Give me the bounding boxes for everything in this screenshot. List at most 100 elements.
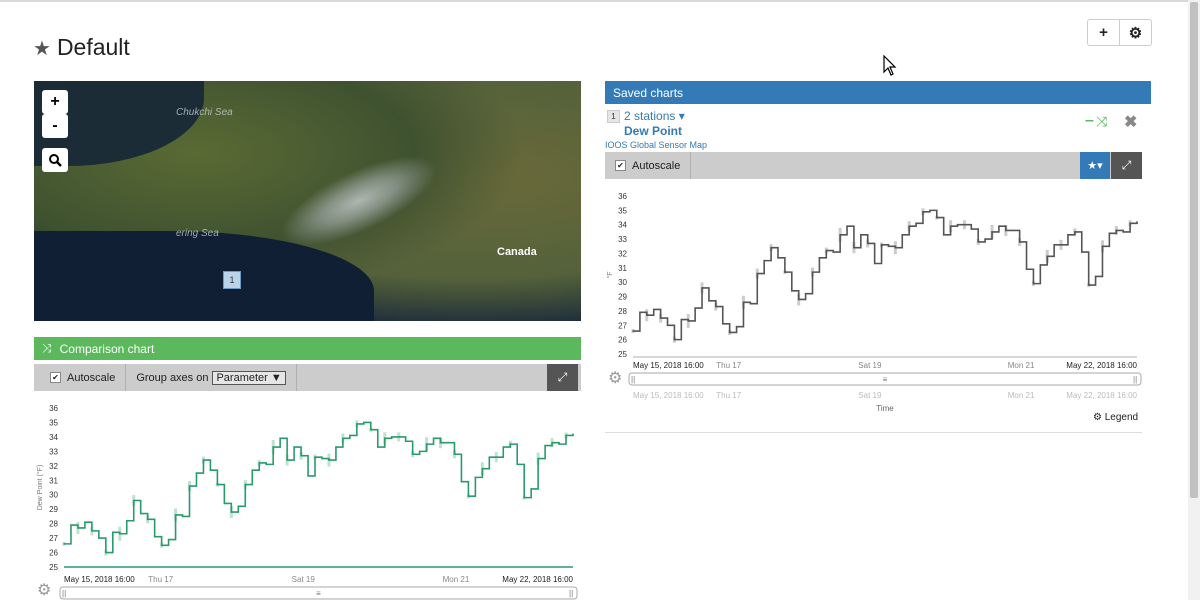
shuffle-icon: ⤨	[42, 341, 52, 355]
saved-autoscale-label: Autoscale	[632, 159, 681, 172]
saved-fullscreen-button[interactable]: ⤢	[1111, 152, 1142, 179]
comparison-chart-header: ⤨ Comparison chart	[34, 337, 581, 360]
data-point	[728, 331, 731, 334]
comparison-toolbar: ✔ Autoscale Group axes on Parameter ▼	[34, 364, 581, 391]
y-tick-label: 29	[49, 505, 58, 514]
comparison-fullscreen-button[interactable]: ⤢	[547, 364, 578, 391]
legend-label: Legend	[1104, 412, 1139, 423]
data-point	[1012, 229, 1014, 232]
data-point	[272, 446, 274, 448]
data-point	[646, 314, 648, 316]
data-point	[701, 287, 703, 289]
data-point	[1108, 232, 1111, 235]
data-point	[1087, 284, 1090, 286]
data-point	[770, 247, 772, 249]
chart-settings-gear-icon[interactable]: ⚙	[37, 580, 51, 600]
data-point	[708, 300, 710, 302]
data-point	[335, 446, 337, 448]
data-point	[956, 224, 959, 226]
compare-shuffle-icon[interactable]: ⤨	[1096, 113, 1107, 130]
close-icon[interactable]: ✖	[1124, 112, 1137, 132]
checkbox-icon[interactable]: ✔	[50, 372, 61, 383]
saved-chart[interactable]: 25 26 27 28 29 30 31 32 33 34 35 36 °F May 15, 2018 1…	[605, 187, 1142, 412]
data-point	[349, 434, 351, 437]
parameter-link[interactable]: Dew Point	[624, 124, 682, 138]
group-axes-select[interactable]: Parameter ▼	[212, 370, 286, 385]
data-point	[167, 538, 170, 541]
data-point	[936, 216, 938, 219]
navigator-right-handle: ||	[1133, 375, 1137, 384]
data-point	[279, 437, 281, 440]
data-point	[488, 456, 491, 458]
expand-icon: ⤢	[1121, 158, 1132, 172]
saved-chart-settings-gear-icon[interactable]: ⚙	[608, 368, 622, 388]
y-axis-label: Dew Point (°F)	[36, 465, 44, 511]
x-tick-label: May 15, 2018 16:00	[64, 575, 135, 584]
star-icon[interactable]: ★	[33, 38, 51, 60]
page-scrollbar[interactable]	[1188, 0, 1200, 600]
y-tick-label: 35	[618, 206, 627, 215]
y-tick-label: 28	[618, 307, 627, 316]
data-point	[639, 311, 641, 314]
zoom-extent-button[interactable]	[42, 148, 68, 172]
checkbox-icon[interactable]: ✔	[615, 160, 626, 171]
data-point	[797, 298, 800, 301]
data-point	[901, 234, 903, 236]
data-point	[694, 307, 696, 309]
add-chart-button[interactable]: +	[1087, 19, 1120, 46]
x-tick-label: May 15, 2018 16:00	[633, 361, 704, 370]
data-point	[735, 326, 738, 328]
data-point	[481, 468, 484, 470]
scrollbar-thumb[interactable]	[1190, 2, 1198, 498]
zoom-out-button[interactable]: -	[42, 114, 68, 138]
page-title: ★ Default	[33, 34, 130, 61]
source-link[interactable]: IOOS Global Sensor Map	[605, 140, 707, 150]
data-point	[970, 228, 973, 230]
plus-icon: +	[1099, 24, 1108, 41]
y-tick-label: 31	[49, 476, 58, 485]
data-point	[495, 456, 498, 458]
minimize-icon[interactable]: –	[1085, 112, 1094, 130]
navigator-grip: ≡	[316, 589, 321, 598]
y-axis-label: °F	[606, 271, 614, 278]
data-point	[460, 481, 463, 483]
data-point	[680, 318, 683, 321]
data-point	[1025, 268, 1028, 270]
station-marker[interactable]: 1	[223, 271, 241, 289]
data-point	[544, 444, 546, 447]
data-point	[328, 459, 330, 461]
settings-button[interactable]: ⚙	[1120, 19, 1152, 46]
data-point	[146, 518, 149, 520]
data-point	[887, 245, 890, 247]
data-point	[825, 249, 828, 252]
data-point	[523, 496, 525, 499]
data-point	[860, 234, 862, 236]
saved-autoscale-toggle[interactable]: ✔ Autoscale	[605, 152, 692, 179]
autoscale-toggle[interactable]: ✔ Autoscale	[34, 364, 127, 391]
data-point	[1032, 282, 1035, 285]
data-point	[425, 443, 428, 445]
y-tick-label: 33	[618, 235, 627, 244]
station-map[interactable]: + - Chukchi Sea ering Sea Canada 1	[34, 81, 581, 321]
data-point	[153, 535, 156, 538]
x-tick-label: Mon 21	[1008, 361, 1035, 370]
zoom-in-button[interactable]: +	[42, 90, 68, 114]
data-point	[453, 453, 456, 455]
comparison-chart[interactable]: 25 26 27 28 29 30 31 32 33 34 35 36 Dew Point (°F) Ma…	[34, 398, 581, 608]
data-point	[516, 463, 518, 466]
data-point	[356, 423, 358, 425]
plus-icon: +	[50, 93, 60, 110]
data-point	[777, 257, 779, 259]
data-point	[286, 459, 288, 461]
y-tick-label: 36	[49, 404, 58, 413]
data-point	[1039, 264, 1042, 266]
favorite-dropdown-button[interactable]: ★▾	[1080, 152, 1110, 179]
header-button-group: + ⚙	[1087, 19, 1152, 46]
data-point	[411, 453, 414, 455]
data-point	[265, 463, 267, 466]
legend-toggle[interactable]: ⚙ Legend	[1093, 412, 1138, 423]
stations-dropdown[interactable]: 2 stations ▾	[624, 109, 685, 123]
data-point	[1081, 251, 1083, 253]
y-tick-label: 27	[618, 321, 627, 330]
y-tick-label: 26	[618, 336, 627, 345]
